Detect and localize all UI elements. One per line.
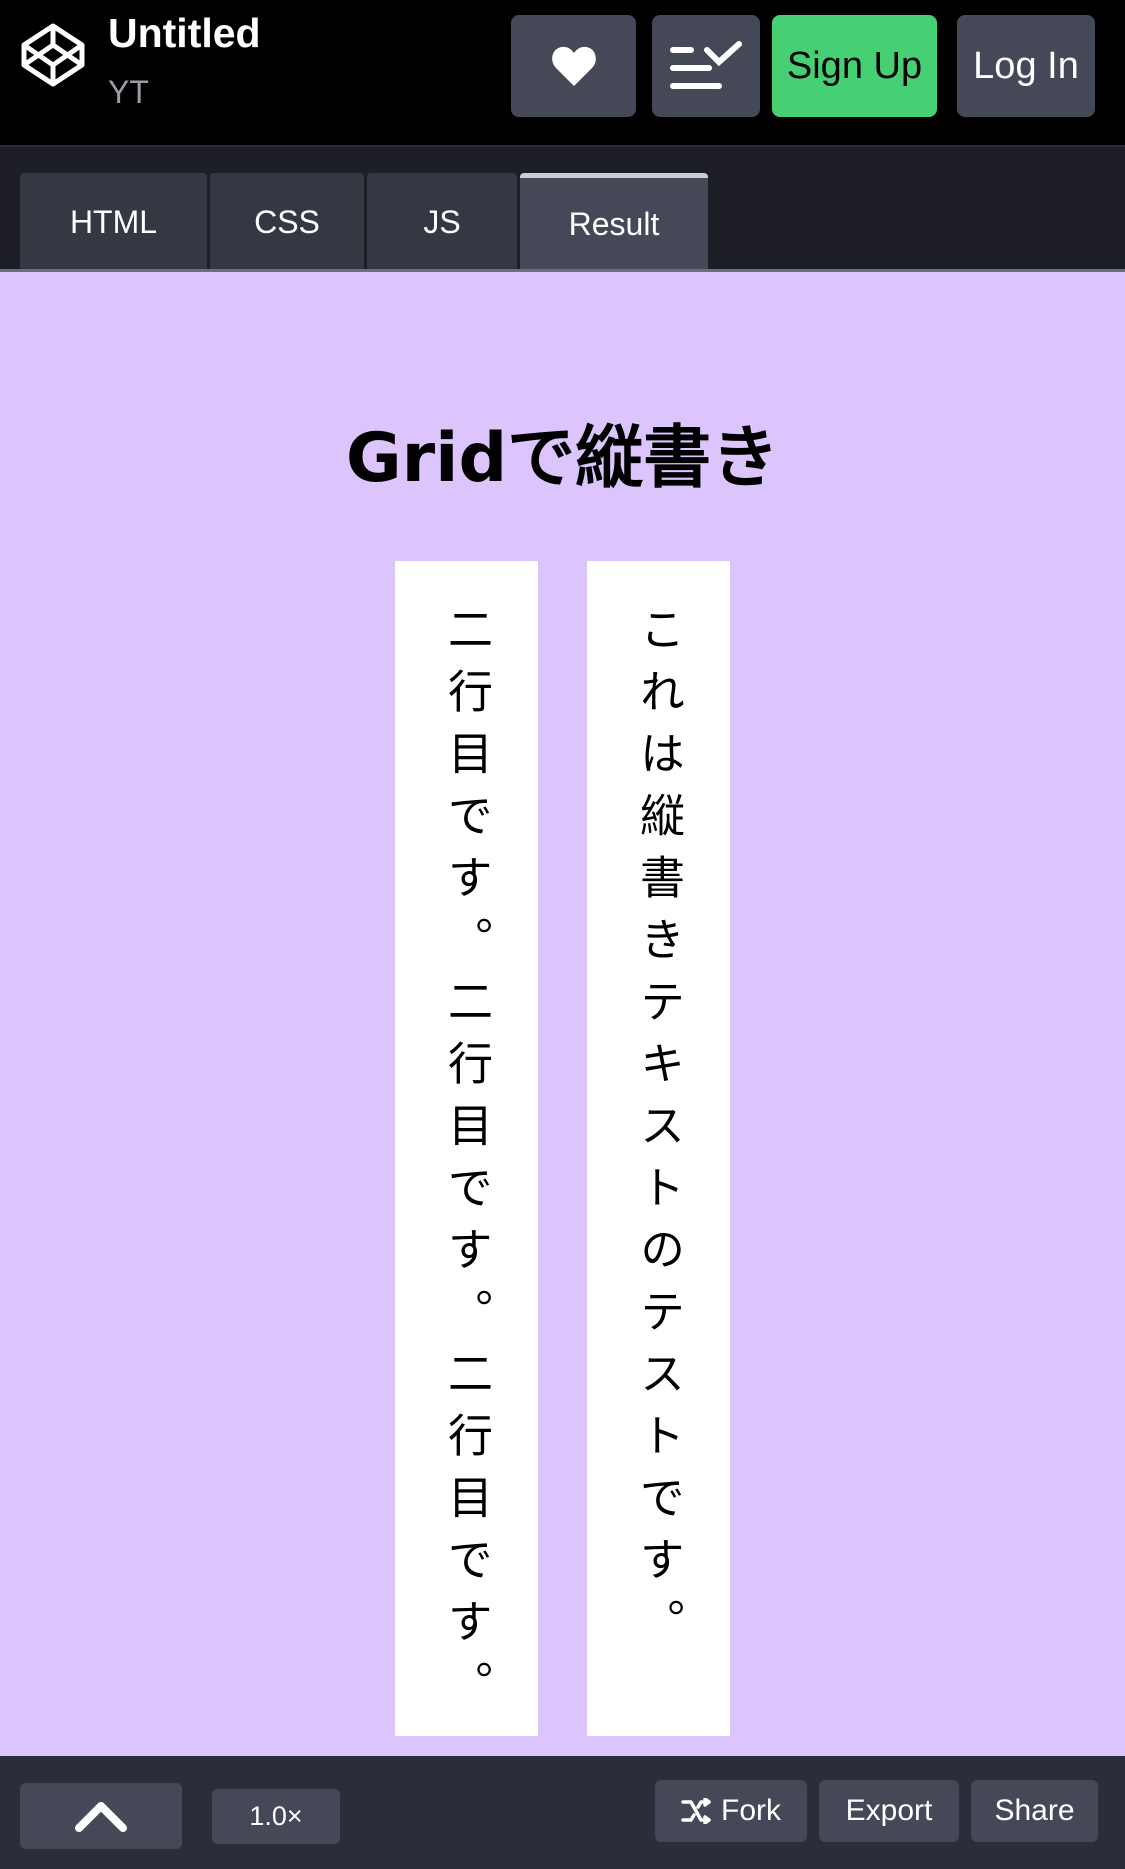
footer-bar: 1.0× Fork Export Share [0,1756,1125,1869]
tab-css[interactable]: CSS [210,173,364,271]
fork-button[interactable]: Fork [655,1780,807,1842]
heart-icon [551,46,596,86]
like-button[interactable] [511,15,636,117]
header: Untitled YT Sign Up Log In [0,0,1125,145]
vertical-text-second: 二行目です。二行目です。二行目です。 [440,606,493,1722]
tab-result[interactable]: Result [520,173,708,271]
fork-icon [681,1798,711,1824]
toggle-editor-button[interactable] [20,1783,182,1849]
result-preview: Gridで縦書き 二行目です。二行目です。二行目です。 これは縦書きテキストのテ… [0,269,1125,1756]
collections-button[interactable] [652,15,760,117]
vertical-text-first: これは縦書きテキストのテストです。 [632,606,685,1660]
preview-heading: Gridで縦書き [345,419,780,498]
zoom-level-button[interactable]: 1.0× [212,1789,340,1844]
list-check-icon [670,41,742,89]
share-button[interactable]: Share [971,1780,1098,1842]
tab-html[interactable]: HTML [20,173,207,271]
sign-up-button[interactable]: Sign Up [772,15,937,117]
fork-label: Fork [721,1794,781,1827]
chevron-up-icon [75,1802,127,1832]
vertical-text-column-second: 二行目です。二行目です。二行目です。 [395,561,538,1736]
tab-js[interactable]: JS [367,173,517,271]
export-button[interactable]: Export [819,1780,959,1842]
editor-tabs: HTML CSS JS Result [0,145,1125,271]
vertical-text-column-first: これは縦書きテキストのテストです。 [587,561,730,1736]
pen-author[interactable]: YT [108,74,149,111]
codepen-logo-icon[interactable] [20,22,86,88]
log-in-button[interactable]: Log In [957,15,1095,117]
pen-title[interactable]: Untitled [108,10,261,57]
